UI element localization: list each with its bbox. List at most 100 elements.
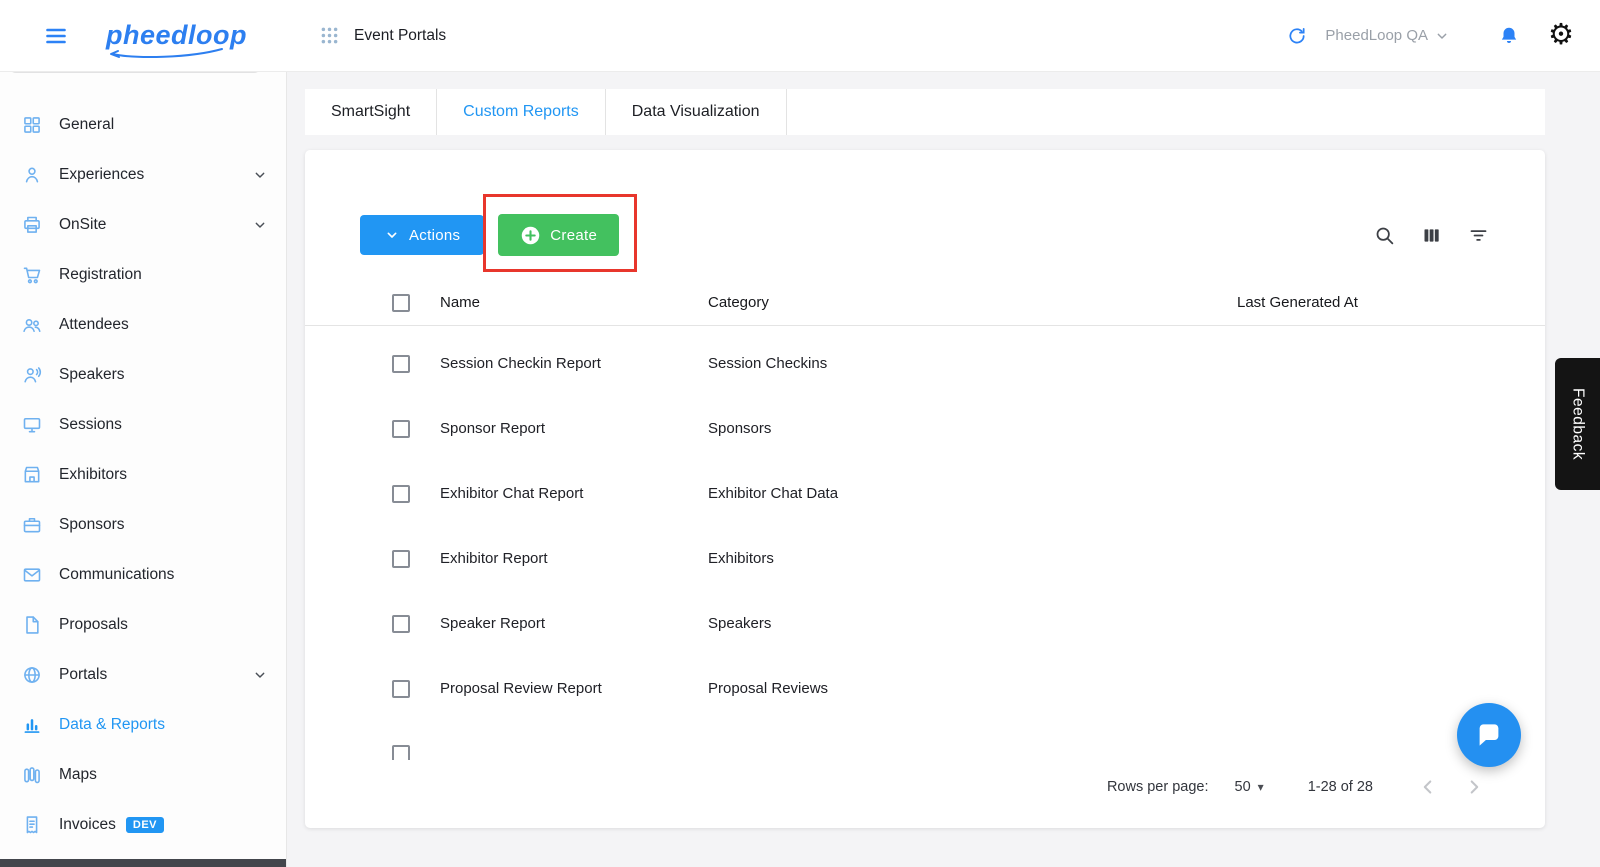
sidebar-item-onsite[interactable]: OnSite: [0, 200, 286, 250]
report-name: Exhibitor Report: [440, 550, 548, 567]
columns-icon[interactable]: [1421, 225, 1442, 246]
page-title: Event Portals: [354, 26, 447, 44]
sidebar-item-invoices[interactable]: Invoices DEV: [0, 800, 286, 850]
report-name: Proposal Review Report: [440, 680, 602, 697]
sidebar: General Experiences OnSite Registration Atte…: [0, 57, 287, 867]
report-name: Speaker Report: [440, 615, 546, 632]
sidebar-item-label: Proposals: [59, 616, 128, 633]
sidebar-bottom-partial: [0, 859, 286, 867]
reports-toolbar: Actions Create: [360, 214, 1489, 256]
sidebar-item-attendees[interactable]: Attendees: [0, 300, 286, 350]
row-checkbox[interactable]: [392, 614, 410, 633]
invoice-icon: [22, 815, 44, 835]
apps-grid-icon[interactable]: [319, 25, 340, 46]
menu-icon[interactable]: [44, 24, 68, 48]
row-checkbox[interactable]: [392, 744, 410, 760]
monitor-icon: [22, 415, 44, 435]
sidebar-item-exhibitors[interactable]: Exhibitors: [0, 450, 286, 500]
create-button[interactable]: Create: [498, 214, 620, 256]
row-checkbox[interactable]: [392, 484, 410, 503]
pagination: Rows per page: 50 ▾ 1-28 of 28: [1107, 776, 1485, 798]
sidebar-item-maps[interactable]: Maps: [0, 750, 286, 800]
tab-data-visualization[interactable]: Data Visualization: [606, 89, 787, 135]
mail-icon: [22, 565, 44, 585]
column-header-name: Name: [440, 294, 481, 311]
feedback-tab[interactable]: Feedback: [1555, 358, 1600, 490]
chevron-down-icon: [384, 227, 400, 243]
sidebar-item-label: Registration: [59, 266, 142, 283]
column-header-last-generated: Last Generated At: [1237, 294, 1358, 311]
report-name: Session Checkin Report: [440, 355, 601, 372]
tab-custom-reports[interactable]: Custom Reports: [437, 89, 606, 135]
topbar: pheedloop Event Portals PheedLoop QA ⚙: [0, 0, 1600, 72]
chevron-down-icon: [252, 667, 268, 683]
settings-gear-icon[interactable]: ⚙: [1548, 21, 1574, 50]
row-checkbox[interactable]: [392, 679, 410, 698]
tab-label: SmartSight: [331, 103, 411, 120]
filter-icon[interactable]: [1468, 225, 1489, 246]
report-category: Proposal Reviews: [708, 680, 829, 697]
sidebar-item-proposals[interactable]: Proposals: [0, 600, 286, 650]
sidebar-item-label: General: [59, 116, 115, 133]
account-menu[interactable]: PheedLoop QA: [1325, 27, 1450, 44]
table-row: Proposal Review Report Proposal Reviews: [305, 656, 1545, 721]
sidebar-item-label: Experiences: [59, 166, 145, 183]
topbar-right: Event Portals PheedLoop QA ⚙: [287, 21, 1600, 50]
table-row: Speaker Report Speakers: [305, 591, 1545, 656]
sidebar-item-general[interactable]: General: [0, 100, 286, 150]
actions-button[interactable]: Actions: [360, 215, 485, 255]
briefcase-icon: [22, 515, 44, 535]
refresh-icon[interactable]: [1287, 26, 1307, 46]
sidebar-item-communications[interactable]: Communications: [0, 550, 286, 600]
sidebar-item-experiences[interactable]: Experiences: [0, 150, 286, 200]
sidebar-item-label: Attendees: [59, 316, 129, 333]
main-content: SmartSight Custom Reports Data Visualiza…: [288, 72, 1600, 867]
chart-icon: [22, 715, 44, 735]
table-tools: [1374, 225, 1489, 246]
actions-button-label: Actions: [409, 226, 461, 244]
select-all-checkbox[interactable]: [392, 293, 410, 312]
previous-page-button[interactable]: [1417, 776, 1439, 798]
pheedloop-logo[interactable]: pheedloop: [106, 20, 247, 58]
caret-down-icon: ▾: [1257, 780, 1264, 794]
table-row-partial: [305, 721, 1545, 760]
row-checkbox[interactable]: [392, 549, 410, 568]
table-row: Sponsor Report Sponsors: [305, 396, 1545, 461]
chat-widget-button[interactable]: [1457, 703, 1521, 767]
sidebar-list: General Experiences OnSite Registration Atte…: [0, 100, 286, 850]
person-icon: [22, 165, 44, 185]
report-name: Exhibitor Chat Report: [440, 485, 584, 502]
row-checkbox[interactable]: [392, 419, 410, 438]
row-checkbox[interactable]: [392, 354, 410, 373]
rows-per-page-value: 50: [1234, 779, 1251, 795]
sidebar-item-label: Portals: [59, 666, 108, 683]
sidebar-item-sponsors[interactable]: Sponsors: [0, 500, 286, 550]
chevron-down-icon: [252, 217, 268, 233]
sidebar-item-label: Sessions: [59, 416, 122, 433]
sidebar-item-portals[interactable]: Portals: [0, 650, 286, 700]
sidebar-item-registration[interactable]: Registration: [0, 250, 286, 300]
map-icon: [22, 765, 44, 785]
speaker-icon: [22, 365, 44, 385]
sidebar-item-speakers[interactable]: Speakers: [0, 350, 286, 400]
dev-badge: DEV: [125, 817, 164, 833]
tab-smartsight[interactable]: SmartSight: [305, 89, 438, 135]
create-button-label: Create: [550, 226, 598, 244]
chevron-down-icon: [252, 167, 268, 183]
notifications-bell-icon[interactable]: [1498, 25, 1520, 47]
chat-bubble-icon: [1474, 720, 1504, 750]
report-category: Sponsors: [708, 420, 772, 437]
sidebar-item-label: Invoices: [59, 816, 116, 833]
document-icon: [22, 615, 44, 635]
report-category: Exhibitors: [708, 550, 774, 567]
pagination-range: 1-28 of 28: [1307, 779, 1373, 795]
grid-icon: [22, 115, 44, 135]
search-icon[interactable]: [1374, 225, 1395, 246]
sidebar-item-data-reports[interactable]: Data & Reports: [0, 700, 286, 750]
rows-per-page-label: Rows per page:: [1106, 779, 1209, 795]
table-header: Name Category Last Generated At: [305, 280, 1545, 326]
next-page-button[interactable]: [1463, 776, 1485, 798]
rows-per-page-select[interactable]: 50 ▾: [1235, 779, 1264, 795]
table-body: Session Checkin Report Session Checkins Sp…: [305, 326, 1545, 760]
sidebar-item-sessions[interactable]: Sessions: [0, 400, 286, 450]
